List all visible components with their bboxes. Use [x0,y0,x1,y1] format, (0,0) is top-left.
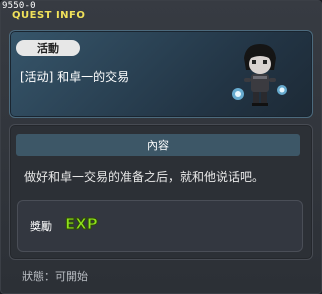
event-badge: 活動 [16,40,80,56]
exp-icon-text: EXP [65,215,98,233]
exp-icon: EXP [65,215,99,234]
status-label: 狀態： [22,270,55,283]
npc-character-icon [232,44,287,106]
reward-label: 獎勵 [30,220,52,233]
status-value: 可開始 [55,270,88,283]
quest-name: [活动] 和卓一的交易 [20,70,130,84]
content-section-header: 內容 [16,134,300,156]
quest-description: 做好和卓一交易的准备之后，就和他说话吧。 [24,170,265,184]
reward-box [17,200,303,252]
quest-status: 狀態：可開始 [22,268,88,284]
window-title: QUEST INFO [12,10,86,21]
